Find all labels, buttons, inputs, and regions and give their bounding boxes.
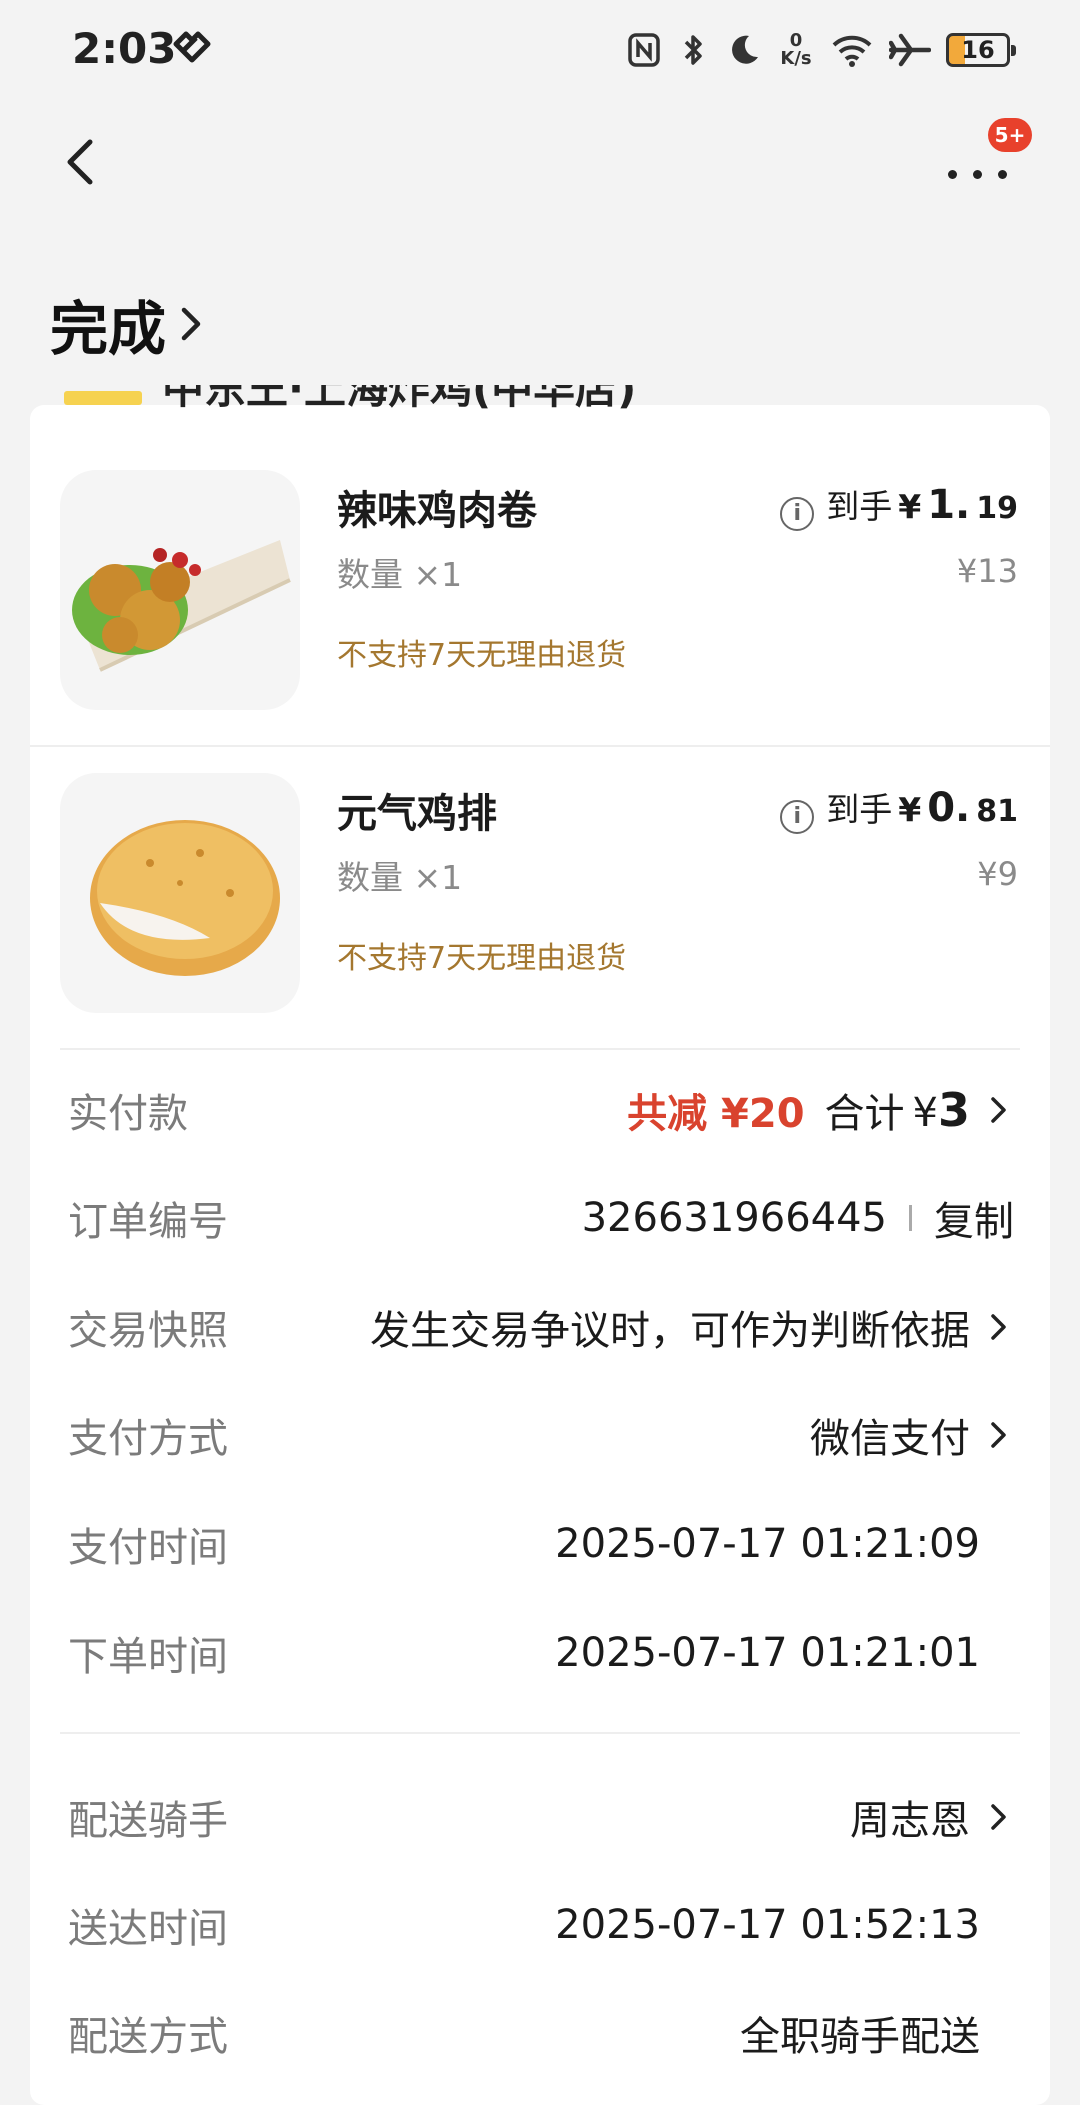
payment-method-value: 微信支付 xyxy=(810,1416,970,1462)
delivered-time-row: 送达时间 2025-07-17 01:52:13 xyxy=(30,1885,1050,1965)
payment-time-row: 支付时间 2025-07-17 01:21:09 xyxy=(30,1504,1050,1584)
payment-time-value: 2025-07-17 01:21:09 xyxy=(555,1521,980,1567)
order-number-row: 订单编号 326631966445 复制 xyxy=(30,1178,1050,1258)
final-price: i 到手 ¥1. 19 xyxy=(780,480,1018,531)
product-image-wrap xyxy=(60,773,300,1013)
section-divider xyxy=(60,1048,1020,1050)
item-divider xyxy=(30,745,1050,747)
total-amount: 3 xyxy=(937,1083,970,1137)
payment-time-label: 支付时间 xyxy=(68,1525,228,1571)
snapshot-label: 交易快照 xyxy=(68,1308,228,1354)
delivered-time-label: 送达时间 xyxy=(68,1906,228,1952)
chicken-wrap-image xyxy=(72,540,291,672)
section-divider xyxy=(60,1732,1020,1734)
order-number-value: 326631966445 复制 xyxy=(582,1189,1014,1247)
status-time: 2:03 xyxy=(72,24,177,73)
order-time-value: 2025-07-17 01:21:01 xyxy=(555,1630,980,1676)
nfc-icon xyxy=(626,30,662,70)
order-number: 326631966445 xyxy=(581,1195,887,1241)
snapshot-row[interactable]: 交易快照 发生交易争议时，可作为判断依据 xyxy=(30,1287,1050,1367)
nav-bar: 5+ xyxy=(0,100,1080,230)
order-number-label: 订单编号 xyxy=(68,1199,228,1245)
store-header[interactable]: 中东王·上海炸鸡(中华店) xyxy=(30,385,1050,409)
return-policy: 不支持7天无理由退货 xyxy=(337,941,627,976)
more-button[interactable]: 5+ xyxy=(940,118,1032,200)
chevron-right-icon xyxy=(991,1422,1006,1448)
total-label: 合计 xyxy=(824,1091,905,1137)
original-price: ¥13 xyxy=(956,552,1018,590)
discount-amount: 共减 ¥20 xyxy=(627,1091,805,1137)
return-policy: 不支持7天无理由退货 xyxy=(337,638,627,673)
store-name: 中东王·上海炸鸡(中华店) xyxy=(162,385,636,409)
chevron-right-icon xyxy=(181,307,201,341)
heart-status-icon xyxy=(173,31,211,63)
rider-label: 配送骑手 xyxy=(68,1798,228,1844)
product-quantity: 数量 ×1 xyxy=(337,858,463,897)
snapshot-value: 发生交易争议时，可作为判断依据 xyxy=(370,1308,970,1354)
network-speed: 0 K/s xyxy=(780,30,812,69)
payment-method-label: 支付方式 xyxy=(68,1416,228,1462)
more-dots-icon xyxy=(948,170,1007,179)
status-icons: 0 K/s 16 xyxy=(626,22,1016,78)
wifi-icon xyxy=(830,30,874,70)
bluetooth-icon xyxy=(676,30,712,70)
chevron-right-icon xyxy=(991,1804,1006,1830)
battery-indicator: 16 xyxy=(946,33,1016,67)
final-price: i 到手 ¥0. 81 xyxy=(780,783,1018,834)
message-badge: 5+ xyxy=(988,118,1032,152)
info-icon[interactable]: i xyxy=(780,496,815,531)
status-bar: 2:03 0 K/s 16 xyxy=(0,0,1080,100)
chevron-right-icon xyxy=(991,1097,1006,1123)
product-name: 辣味鸡肉卷 xyxy=(337,488,537,534)
order-card: 辣味鸡肉卷 数量 ×1 不支持7天无理由退货 i 到手 ¥1. 19 ¥13 元气… xyxy=(30,405,1050,2105)
chevron-right-icon xyxy=(991,1314,1006,1340)
delivered-time-value: 2025-07-17 01:52:13 xyxy=(555,1902,980,1948)
moon-icon xyxy=(726,30,762,70)
airplane-icon xyxy=(888,30,932,70)
order-status-title[interactable]: 完成 xyxy=(50,282,202,366)
product-quantity: 数量 ×1 xyxy=(337,555,463,594)
product-name: 元气鸡排 xyxy=(337,791,497,837)
original-price: ¥9 xyxy=(977,855,1018,893)
payment-method-row[interactable]: 支付方式 微信支付 xyxy=(30,1395,1050,1475)
delivery-method-label: 配送方式 xyxy=(68,2014,228,2060)
order-time-row: 下单时间 2025-07-17 01:21:01 xyxy=(30,1613,1050,1693)
store-tag xyxy=(64,391,142,405)
product-item[interactable]: 辣味鸡肉卷 数量 ×1 不支持7天无理由退货 i 到手 ¥1. 19 ¥13 xyxy=(30,470,1050,770)
rider-row[interactable]: 配送骑手 周志恩 xyxy=(30,1777,1050,1857)
product-item[interactable]: 元气鸡排 数量 ×1 不支持7天无理由退货 i 到手 ¥0. 81 ¥9 xyxy=(30,773,1050,1073)
order-time-label: 下单时间 xyxy=(68,1634,228,1680)
rider-name: 周志恩 xyxy=(850,1798,970,1844)
paid-row[interactable]: 实付款 共减 ¥20 合计 ¥3 xyxy=(30,1070,1050,1150)
delivery-method-value: 全职骑手配送 xyxy=(740,2014,980,2060)
delivery-method-row: 配送方式 全职骑手配送 xyxy=(30,1993,1050,2073)
paid-label: 实付款 xyxy=(68,1091,188,1137)
product-image-wrap xyxy=(60,470,300,710)
separator xyxy=(909,1205,912,1231)
order-status-label: 完成 xyxy=(50,295,167,363)
chevron-left-icon xyxy=(67,139,93,185)
copy-button[interactable]: 复制 xyxy=(934,1189,1014,1247)
chicken-cutlet-image xyxy=(90,820,280,976)
paid-value: 共减 ¥20 合计 ¥3 xyxy=(627,1081,1014,1139)
info-icon[interactable]: i xyxy=(780,799,815,834)
back-button[interactable] xyxy=(60,132,120,202)
